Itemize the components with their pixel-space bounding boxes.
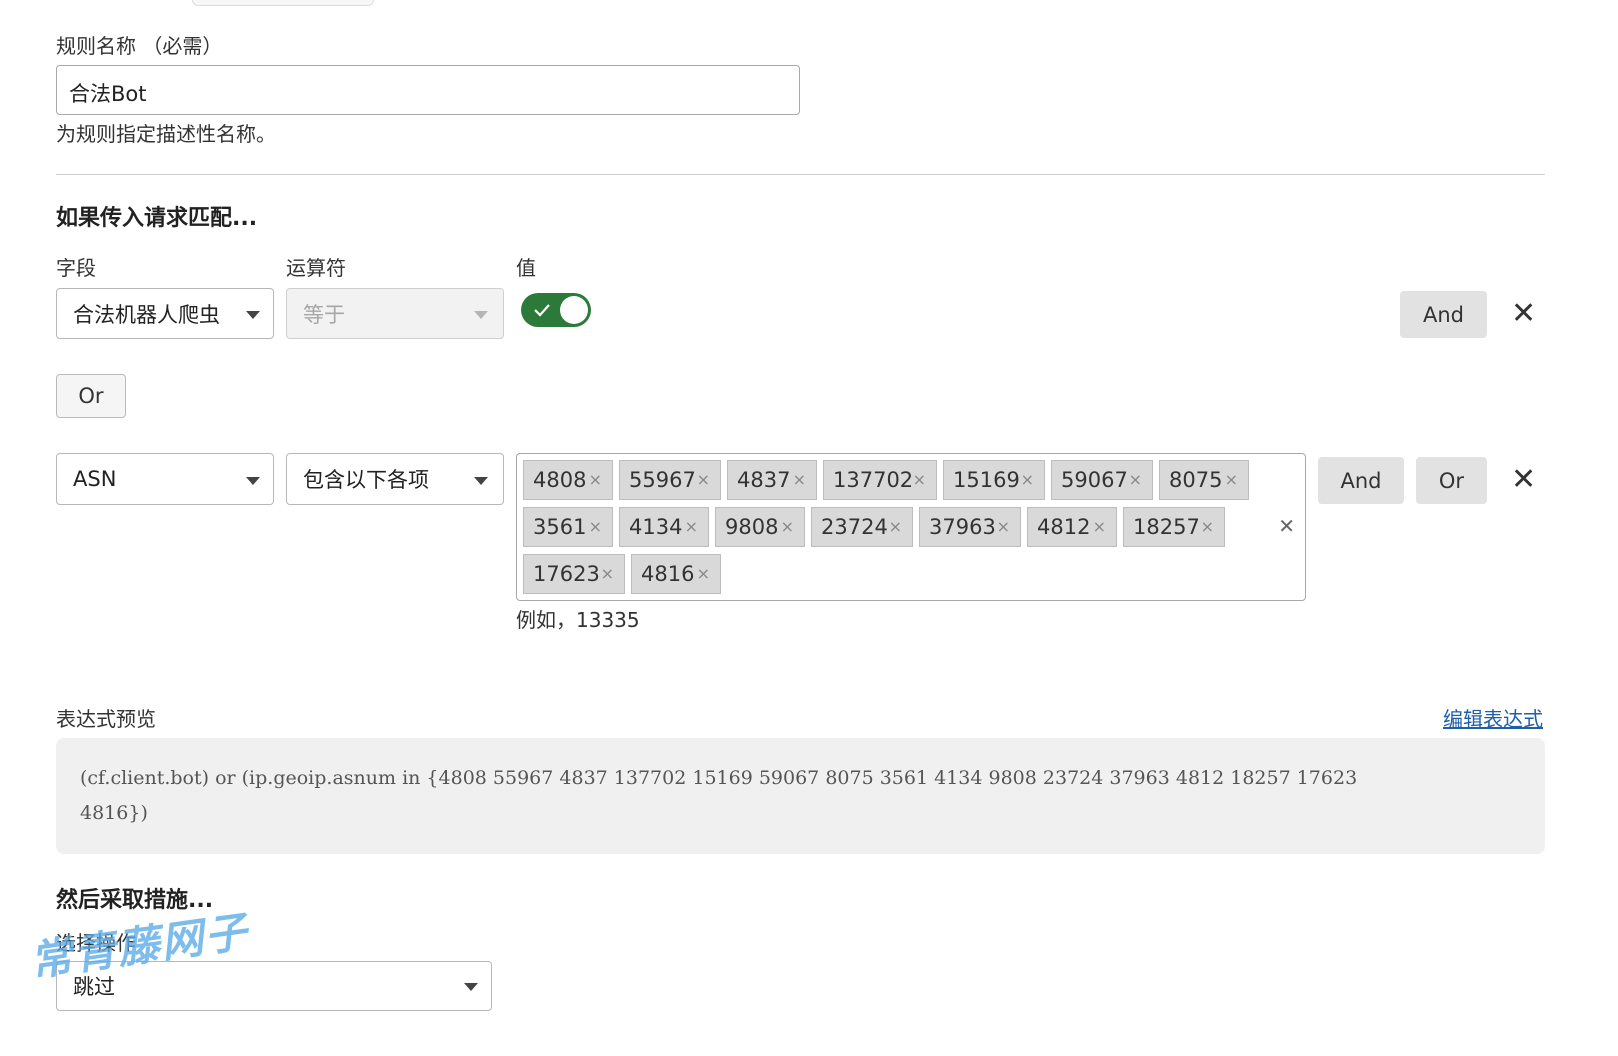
remove-tag-icon[interactable]: ×	[1225, 470, 1238, 489]
asn-tag: 4816 ×	[631, 554, 721, 594]
remove-tag-icon[interactable]: ×	[589, 470, 602, 489]
remove-tag-icon[interactable]: ×	[697, 470, 710, 489]
checkmark-icon	[534, 304, 550, 317]
asn-tag: 4812 ×	[1027, 507, 1117, 547]
remove-tag-icon[interactable]: ×	[589, 517, 602, 536]
value-column-label: 值	[516, 256, 536, 280]
field-column-label: 字段	[56, 256, 96, 280]
field-select-row2[interactable]: ASN	[56, 453, 274, 505]
top-remnant	[192, 0, 374, 6]
chevron-down-icon	[246, 477, 260, 485]
rule-name-value: 合法Bot	[69, 82, 147, 106]
and-button-row2[interactable]: And	[1318, 457, 1404, 504]
asn-tag: 37963 ×	[919, 507, 1021, 547]
rule-name-label: 规则名称 （必需）	[56, 34, 223, 58]
expression-line-1: (cf.client.bot) or (ip.geoip.asnum in {4…	[80, 767, 1358, 789]
rule-name-help: 为规则指定描述性名称。	[56, 122, 276, 146]
remove-tag-icon[interactable]: ×	[913, 470, 926, 489]
operator-column-label: 运算符	[286, 256, 346, 280]
remove-tag-icon[interactable]: ×	[1201, 517, 1214, 536]
edit-expression-link[interactable]: 编辑表达式	[1443, 703, 1543, 732]
remove-tag-icon[interactable]: ×	[1093, 517, 1106, 536]
remove-tag-icon[interactable]: ×	[793, 470, 806, 489]
remove-tag-icon[interactable]: ×	[601, 564, 614, 583]
remove-tag-icon[interactable]: ×	[685, 517, 698, 536]
expression-line-2: 4816})	[80, 802, 148, 824]
and-button-row1[interactable]: And	[1400, 291, 1487, 338]
asn-tag: 137702 ×	[823, 460, 937, 500]
asn-tag: 23724 ×	[811, 507, 913, 547]
remove-tag-icon[interactable]: ×	[781, 517, 794, 536]
asn-help-text: 例如，13335	[516, 608, 640, 632]
asn-tag: 4808 ×	[523, 460, 613, 500]
asn-tag: 9808 ×	[715, 507, 805, 547]
asn-tag: 4134 ×	[619, 507, 709, 547]
asn-tag: 4837 ×	[727, 460, 817, 500]
asn-tag: 3561 ×	[523, 507, 613, 547]
remove-tag-icon[interactable]: ×	[889, 517, 902, 536]
remove-tag-icon[interactable]: ×	[1129, 470, 1142, 489]
field-select-row1[interactable]: 合法机器人爬虫	[56, 288, 274, 339]
remove-row2-icon[interactable]: ✕	[1511, 465, 1536, 495]
chevron-down-icon	[474, 311, 488, 319]
remove-tag-icon[interactable]: ×	[1021, 470, 1034, 489]
asn-tag: 8075 ×	[1159, 460, 1249, 500]
asn-tags-input[interactable]: 4808 × 55967 × 4837 × 137702 × 15169 × 59067 ×…	[516, 453, 1306, 601]
chevron-down-icon	[474, 477, 488, 485]
toggle-knob	[560, 296, 588, 324]
clear-all-tags-icon[interactable]: ✕	[1278, 514, 1295, 538]
chevron-down-icon	[246, 311, 260, 319]
field-select-row2-value: ASN	[73, 467, 117, 491]
match-section-title: 如果传入请求匹配...	[56, 206, 258, 231]
expression-preview-box: (cf.client.bot) or (ip.geoip.asnum in {4…	[56, 738, 1545, 854]
asn-tag: 17623 ×	[523, 554, 625, 594]
operator-select-row2[interactable]: 包含以下各项	[286, 453, 504, 505]
expression-preview-label: 表达式预览	[56, 707, 156, 731]
section-divider	[56, 174, 1545, 175]
or-group-button[interactable]: Or	[56, 374, 126, 418]
remove-tag-icon[interactable]: ×	[997, 517, 1010, 536]
rule-name-input[interactable]: 合法Bot	[56, 65, 800, 115]
value-toggle[interactable]	[521, 293, 591, 327]
operator-select-row2-value: 包含以下各项	[303, 468, 429, 492]
field-select-row1-value: 合法机器人爬虫	[73, 302, 220, 327]
operator-select-row1-value: 等于	[303, 302, 345, 327]
remove-tag-icon[interactable]: ×	[697, 564, 710, 583]
remove-row1-icon[interactable]: ✕	[1511, 299, 1536, 329]
chevron-down-icon	[464, 983, 478, 991]
asn-tag: 18257 ×	[1123, 507, 1225, 547]
asn-tag: 15169 ×	[943, 460, 1045, 500]
operator-select-row1: 等于	[286, 288, 504, 339]
or-button-row2[interactable]: Or	[1416, 457, 1487, 504]
asn-tag: 55967 ×	[619, 460, 721, 500]
asn-tag: 59067 ×	[1051, 460, 1153, 500]
